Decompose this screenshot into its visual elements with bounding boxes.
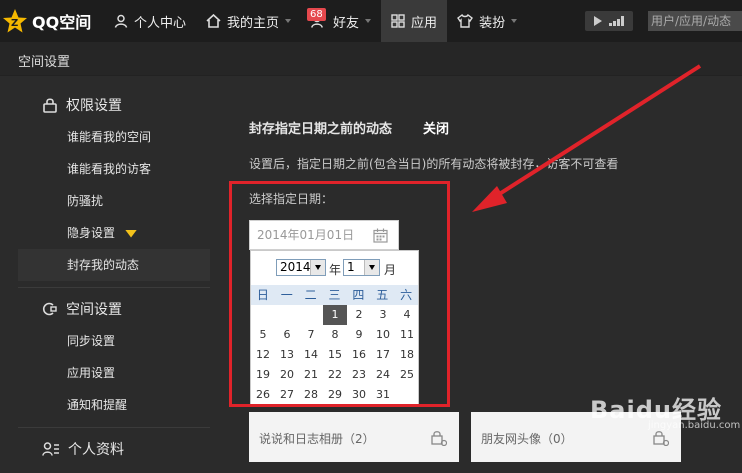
sidebar-item-invisible-settings[interactable]: 隐身设置 <box>18 217 210 249</box>
star-logo-icon: Z <box>3 9 27 33</box>
sidebar-item-sync-settings[interactable]: 同步设置 <box>18 325 210 357</box>
nav-apps[interactable]: 应用 <box>381 0 448 42</box>
sidebar-item-label: 应用设置 <box>67 366 116 380</box>
card-label: 朋友网头像（0） <box>481 432 573 446</box>
lock-icon <box>43 98 57 113</box>
friends-notification-badge: 68 <box>307 8 326 21</box>
archive-toggle[interactable]: 关闭 <box>423 118 449 137</box>
lock-settings-icon <box>431 431 447 446</box>
settings-header: 空间设置 <box>0 42 742 76</box>
volume-bars-icon <box>609 16 625 26</box>
annotation-highlight-box <box>229 181 450 407</box>
card-label: 说说和日志相册（2） <box>259 432 375 446</box>
section-label: 空间设置 <box>66 302 122 318</box>
section-permission: 权限设置 <box>42 95 122 115</box>
space-settings-icon <box>42 302 57 316</box>
nav-friends[interactable]: 好友 <box>301 0 381 42</box>
vip-diamond-icon <box>125 229 138 238</box>
nav-label: 个人中心 <box>134 15 187 31</box>
sidebar-item-label: 谁能看我的空间 <box>67 130 152 144</box>
chevron-down-icon <box>365 19 372 23</box>
nav-decorate[interactable]: 装扮 <box>447 0 527 42</box>
home-icon <box>206 14 221 28</box>
svg-text:Z: Z <box>11 18 18 29</box>
section-label: 权限设置 <box>66 98 122 114</box>
nav-label: 好友 <box>333 15 360 31</box>
sidebar-item-label: 隐身设置 <box>67 226 116 240</box>
settings-sidebar: 权限设置 谁能看我的空间 谁能看我的访客 防骚扰 隐身设置 封存我的动态 空间设… <box>0 77 218 473</box>
sidebar-item-archive-feeds[interactable]: 封存我的动态 <box>18 249 210 281</box>
section-profile: 个人资料 <box>42 439 124 459</box>
sidebar-item-label: 同步设置 <box>67 334 116 348</box>
sidebar-item-label: 防骚扰 <box>67 194 104 208</box>
nav-personal-center[interactable]: 个人中心 <box>104 0 196 42</box>
watermark-url: jingyan.baidu.com <box>648 420 741 431</box>
page-title: 空间设置 <box>18 55 71 70</box>
nav-label: 装扮 <box>479 15 506 31</box>
grid-icon <box>391 14 405 28</box>
archive-setting-title: 封存指定日期之前的动态 <box>249 122 393 137</box>
logo-text: QQ空间 <box>32 13 92 32</box>
play-icon[interactable] <box>593 16 602 26</box>
qzone-logo[interactable]: Z QQ空间 <box>0 0 104 42</box>
chevron-down-icon <box>511 19 518 23</box>
archive-description: 设置后，指定日期之前(包含当日)的所有动态将被封存，访客不可查看 <box>249 157 619 171</box>
sidebar-divider <box>18 427 210 428</box>
nav-label: 我的主页 <box>227 15 280 31</box>
sidebar-item-label: 谁能看我的访客 <box>67 162 152 176</box>
section-space: 空间设置 <box>42 299 122 319</box>
nav-label: 应用 <box>411 15 438 31</box>
person-icon <box>114 14 128 28</box>
music-player-control[interactable] <box>585 11 633 31</box>
chevron-down-icon <box>285 19 292 23</box>
sidebar-item-app-settings[interactable]: 应用设置 <box>18 357 210 389</box>
sidebar-item-anti-harassment[interactable]: 防骚扰 <box>18 185 210 217</box>
sidebar-item-who-can-view-space[interactable]: 谁能看我的空间 <box>18 121 210 153</box>
sidebar-item-who-can-view-visitors[interactable]: 谁能看我的访客 <box>18 153 210 185</box>
profile-card-icon <box>42 442 59 456</box>
nav-my-homepage[interactable]: 我的主页 <box>196 0 301 42</box>
sidebar-divider <box>18 287 210 288</box>
search-input[interactable]: 用户/应用/动态 <box>648 11 742 31</box>
shirt-icon <box>457 14 474 28</box>
sidebar-item-notifications[interactable]: 通知和提醒 <box>18 389 210 421</box>
archive-card-shuoshuo-journal-album[interactable]: 说说和日志相册（2） <box>249 412 459 462</box>
section-label: 个人资料 <box>68 442 124 458</box>
sidebar-item-label: 封存我的动态 <box>67 258 140 272</box>
sidebar-item-label: 通知和提醒 <box>67 398 128 412</box>
lock-settings-icon <box>653 431 669 446</box>
